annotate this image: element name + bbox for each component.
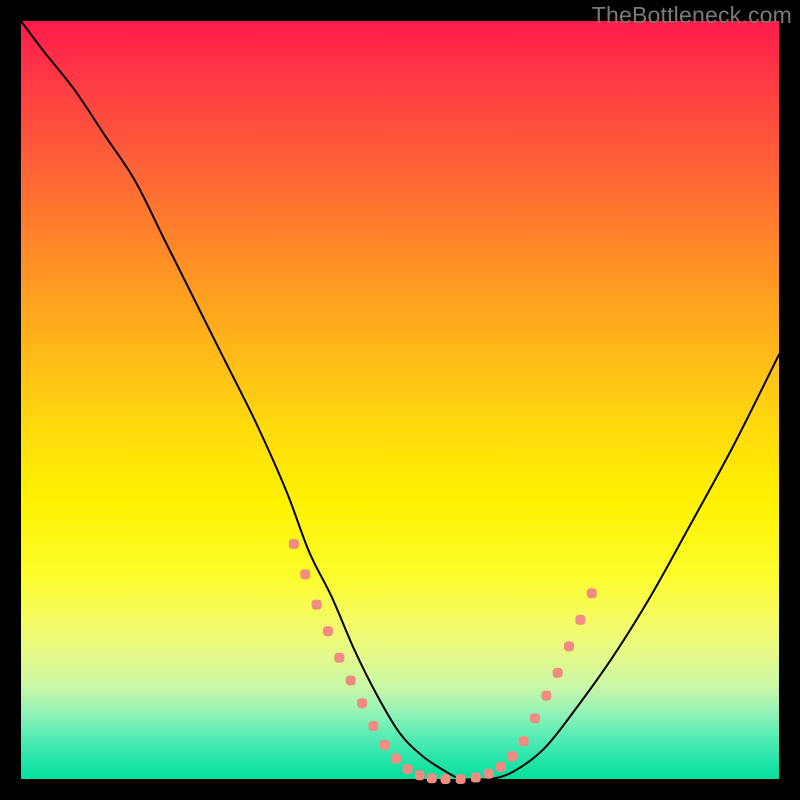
- highlight-dot: [357, 698, 367, 708]
- highlight-dot: [403, 764, 413, 774]
- highlight-dot: [415, 770, 425, 780]
- highlight-dot: [289, 539, 299, 549]
- highlight-dot: [530, 713, 540, 723]
- highlight-dot: [368, 721, 378, 731]
- highlight-dot: [471, 772, 481, 782]
- highlight-dot: [484, 769, 494, 779]
- highlight-dot: [575, 615, 585, 625]
- bottleneck-curve: [21, 21, 779, 780]
- highlight-dot: [564, 641, 574, 651]
- highlight-dot: [380, 740, 390, 750]
- highlight-dot: [541, 691, 551, 701]
- highlight-dot: [456, 774, 466, 784]
- highlight-dot: [391, 754, 401, 764]
- highlight-dot: [427, 773, 437, 783]
- highlight-dot: [312, 600, 322, 610]
- chart-overlay: [21, 21, 779, 779]
- highlight-dot: [323, 626, 333, 636]
- highlight-dot: [300, 569, 310, 579]
- highlight-dot: [496, 762, 506, 772]
- highlight-dots: [289, 539, 597, 784]
- highlight-dot: [519, 736, 529, 746]
- highlight-dot: [553, 668, 563, 678]
- highlight-dot: [587, 588, 597, 598]
- highlight-dot: [440, 774, 450, 784]
- highlight-dot: [507, 751, 517, 761]
- watermark-text: TheBottleneck.com: [592, 2, 792, 29]
- highlight-dot: [346, 675, 356, 685]
- highlight-dot: [334, 653, 344, 663]
